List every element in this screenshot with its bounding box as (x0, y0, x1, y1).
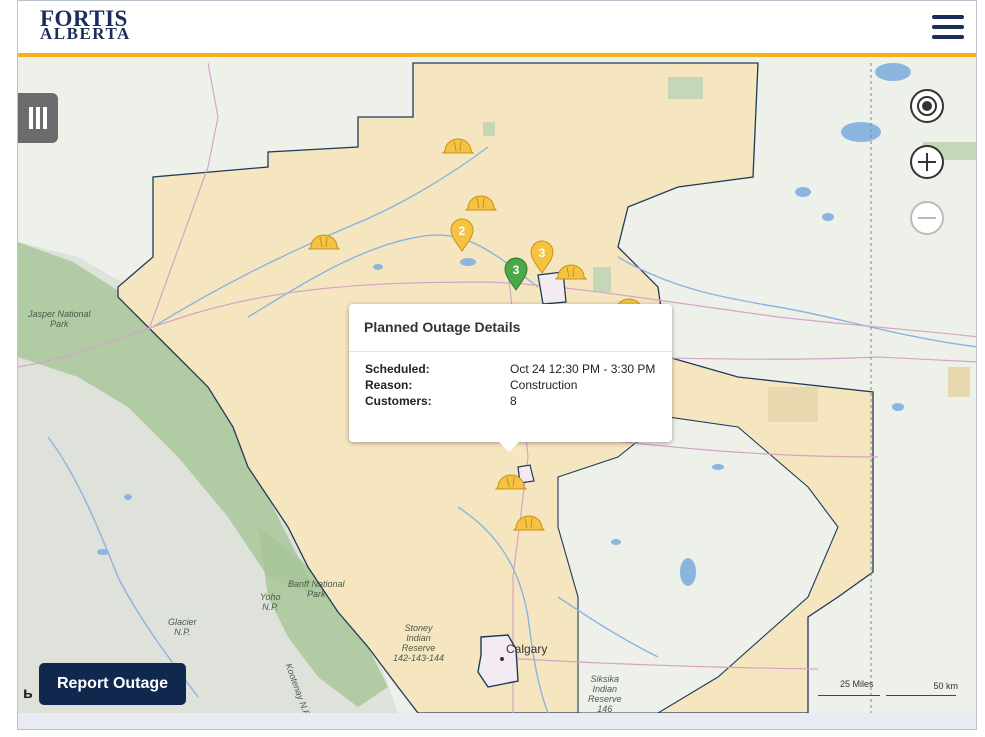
popup-label: Customers: (365, 394, 432, 408)
cluster-count: 3 (513, 263, 520, 277)
hamburger-menu-icon[interactable] (932, 15, 964, 43)
popup-title: Planned Outage Details (349, 304, 672, 352)
scale-km: 50 km (933, 681, 958, 691)
report-outage-button[interactable]: Report Outage (39, 663, 186, 705)
label-stoney: Stoney Indian Reserve 142-143-144 (393, 623, 445, 663)
scale-miles: 25 Miles (840, 679, 874, 689)
popup-row-reason: Reason: Construction (365, 378, 672, 394)
label-glacier: Glacier N.P. (168, 617, 197, 637)
popup-row-customers: Customers: 8 (365, 394, 672, 410)
footer-strip (18, 713, 976, 729)
app-frame: FORTIS ALBERTA 2 3 3 Jasper National Par… (17, 0, 977, 730)
header: FORTIS ALBERTA (18, 1, 976, 57)
popup-value: 8 (510, 394, 517, 408)
construction-helmet-icon[interactable] (441, 138, 475, 154)
popup-label: Scheduled: (365, 362, 430, 376)
popup-row-scheduled: Scheduled: Oct 24 12:30 PM - 3:30 PM (365, 362, 672, 378)
popup-label: Reason: (365, 378, 413, 392)
minus-icon (918, 217, 936, 219)
label-calgary: Calgary (506, 642, 548, 656)
cluster-pin-yellow[interactable]: 3 (530, 240, 554, 274)
bing-logo-icon: ь (23, 685, 33, 702)
plus-icon (918, 153, 936, 171)
construction-helmet-icon[interactable] (494, 474, 528, 490)
popup-value: Construction (510, 378, 578, 392)
cluster-count: 3 (539, 246, 546, 260)
cluster-count: 2 (459, 224, 466, 238)
label-yoho: Yoho N.P. (260, 592, 281, 612)
outage-map[interactable]: 2 3 3 Jasper National Park Banff Nationa… (18, 57, 976, 713)
label-banff: Banff National Park (288, 579, 345, 599)
legend-toggle-button[interactable] (18, 93, 58, 143)
zoom-in-button[interactable] (910, 145, 944, 179)
locate-me-button[interactable] (910, 89, 944, 123)
logo-line2: ALBERTA (40, 24, 131, 43)
zoom-out-button[interactable] (910, 201, 944, 235)
cluster-pin-green[interactable]: 3 (504, 257, 528, 291)
outage-details-popup: Planned Outage Details Scheduled: Oct 24… (349, 304, 672, 452)
construction-helmet-icon[interactable] (554, 264, 588, 280)
construction-helmet-icon[interactable] (512, 515, 546, 531)
map-scale: 25 Miles 50 km (818, 679, 958, 703)
cluster-pin-yellow[interactable]: 2 (450, 218, 474, 252)
popup-value: Oct 24 12:30 PM - 3:30 PM (510, 362, 656, 376)
construction-helmet-icon[interactable] (307, 234, 341, 250)
label-jasper: Jasper National Park (28, 309, 91, 329)
target-icon (917, 96, 937, 116)
label-siksika: Siksika Indian Reserve 146 (588, 674, 622, 713)
construction-helmet-icon[interactable] (464, 195, 498, 211)
fortis-alberta-logo[interactable]: FORTIS ALBERTA (40, 7, 131, 43)
